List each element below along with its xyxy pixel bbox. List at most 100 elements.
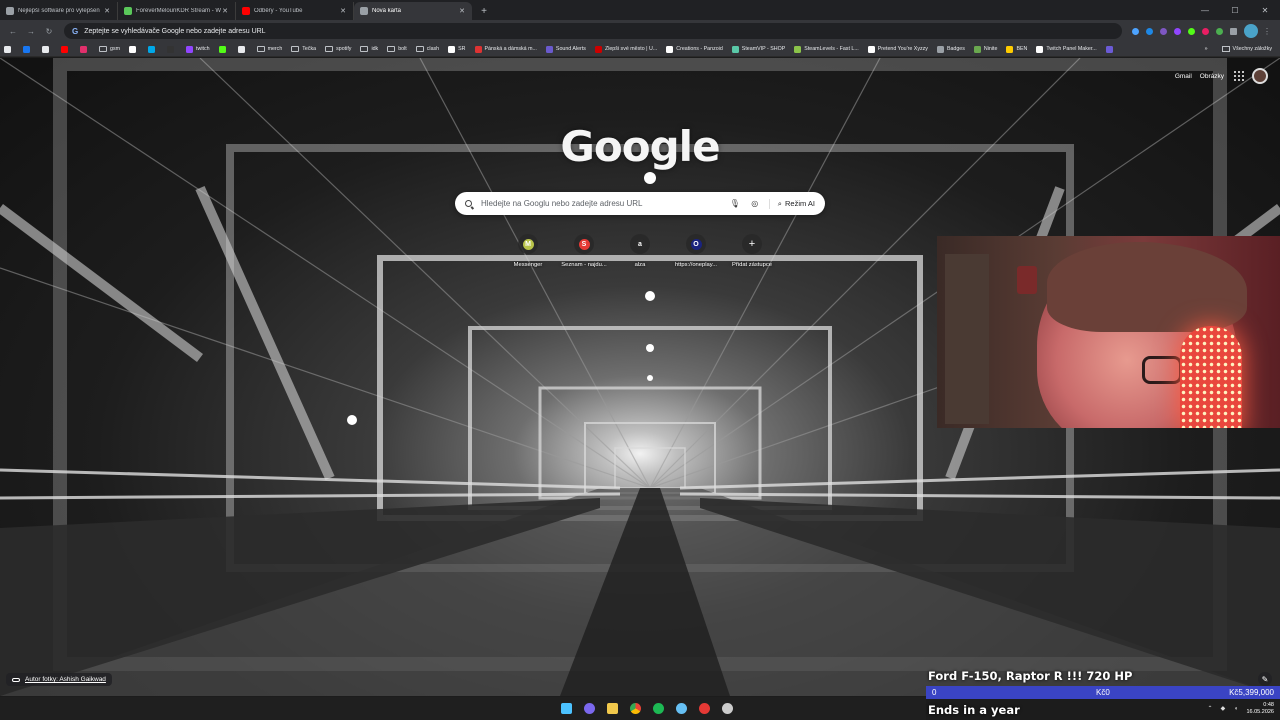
game-icon[interactable] bbox=[696, 699, 714, 717]
close-icon[interactable]: ✕ bbox=[339, 7, 347, 15]
extension-icon[interactable] bbox=[1142, 24, 1156, 38]
taskbar bbox=[0, 697, 926, 720]
network-icon[interactable]: ◆ bbox=[1218, 704, 1227, 713]
shortcut-seznam[interactable]: S Seznam - najdu... bbox=[556, 234, 612, 268]
spotify-icon[interactable] bbox=[650, 699, 668, 717]
tab-3[interactable]: Nová karta ✕ bbox=[354, 2, 472, 20]
add-shortcut-button[interactable]: + Přidat zástupce bbox=[724, 234, 780, 268]
reload-icon[interactable]: ↻ bbox=[40, 22, 58, 40]
ai-mode-label: Režim AI bbox=[784, 199, 815, 208]
back-icon[interactable]: ← bbox=[4, 22, 22, 40]
account-avatar[interactable] bbox=[1252, 68, 1268, 84]
address-placeholder: Zeptejte se vyhledávače Google nebo zade… bbox=[84, 27, 266, 35]
all-bookmarks-button[interactable]: » Všechny záložky bbox=[1205, 46, 1280, 52]
close-icon[interactable]: ✕ bbox=[458, 7, 466, 15]
bookmark-item[interactable]: Tečka bbox=[291, 46, 316, 52]
close-window-icon[interactable]: ✕ bbox=[1250, 6, 1280, 15]
bookmark-item[interactable]: bolt bbox=[387, 46, 407, 52]
bookmark-favicon-icon bbox=[973, 45, 981, 53]
extension-icon[interactable] bbox=[1156, 24, 1170, 38]
bookmark-item[interactable]: SteamLevels - Fast L... bbox=[794, 45, 859, 53]
chrome-icon[interactable] bbox=[627, 699, 645, 717]
sparkle-search-icon: ⌕ bbox=[777, 198, 782, 208]
bookmark-item[interactable] bbox=[148, 45, 158, 53]
bookmark-item[interactable] bbox=[80, 45, 90, 53]
bookmark-label: bolt bbox=[398, 46, 407, 52]
bookmark-item[interactable] bbox=[42, 45, 52, 53]
bookmark-item[interactable]: BEN bbox=[1006, 45, 1027, 53]
tab-1[interactable]: ForeverMelounKDR Stream - W ✕ bbox=[118, 2, 236, 20]
maximize-icon[interactable]: ☐ bbox=[1220, 6, 1250, 15]
bookmark-item[interactable]: gsm bbox=[99, 46, 120, 52]
bookmark-favicon-icon bbox=[594, 45, 602, 53]
overflow-chevron-icon[interactable]: » bbox=[1205, 46, 1208, 52]
bookmark-item[interactable] bbox=[129, 45, 139, 53]
bookmark-item[interactable]: idk bbox=[360, 46, 378, 52]
apps-grid-icon[interactable] bbox=[1234, 71, 1244, 81]
address-bar[interactable]: G Zeptejte se vyhledávače Google nebo za… bbox=[64, 23, 1122, 39]
bookmark-item[interactable] bbox=[61, 45, 71, 53]
bookmark-item[interactable] bbox=[4, 45, 14, 53]
search-box[interactable]: 🎙 ◎ ⌕Režim AI bbox=[455, 192, 825, 215]
bookmark-item[interactable]: clash bbox=[415, 46, 439, 52]
close-icon[interactable]: ✕ bbox=[221, 7, 229, 15]
lens-camera-icon[interactable]: ◎ bbox=[749, 198, 761, 210]
bookmark-item[interactable]: Pretend You're Xyzzy bbox=[867, 45, 928, 53]
minimize-icon[interactable]: — bbox=[1190, 6, 1220, 15]
extension-icon[interactable] bbox=[1212, 24, 1226, 38]
clock[interactable]: 0:48 16.05.2026 bbox=[1246, 702, 1274, 716]
forward-icon[interactable]: → bbox=[22, 22, 40, 40]
new-tab-button[interactable]: + bbox=[476, 3, 492, 19]
steam-icon[interactable] bbox=[673, 699, 691, 717]
tab-0[interactable]: Nejlepší software pro vylepšen ✕ bbox=[0, 2, 118, 20]
profile-avatar[interactable] bbox=[1244, 24, 1258, 38]
shortcut-messenger[interactable]: M Messenger bbox=[500, 234, 556, 268]
bookmark-label: Pretend You're Xyzzy bbox=[877, 46, 928, 52]
bookmark-item[interactable] bbox=[1105, 45, 1116, 53]
toolbar: ← → ↻ G Zeptejte se vyhledávače Google n… bbox=[0, 20, 1280, 42]
close-icon[interactable]: ✕ bbox=[103, 7, 111, 15]
bookmark-item[interactable]: Sound Alerts bbox=[545, 45, 586, 53]
extension-icon[interactable] bbox=[1170, 24, 1184, 38]
bookmark-item[interactable]: merch bbox=[256, 46, 283, 52]
shortcut-alza[interactable]: a alza bbox=[612, 234, 668, 268]
microphone-icon[interactable]: 🎙 bbox=[729, 198, 741, 210]
images-link[interactable]: Obrázky bbox=[1200, 73, 1224, 80]
chevron-up-icon[interactable]: ⌃ bbox=[1205, 704, 1214, 713]
bookmark-item[interactable]: SR bbox=[448, 45, 466, 53]
volume-icon[interactable]: ◖ bbox=[1231, 704, 1240, 713]
folder-icon bbox=[360, 46, 369, 52]
chat-icon[interactable] bbox=[581, 699, 599, 717]
start-icon[interactable] bbox=[558, 699, 576, 717]
file-explorer-icon[interactable] bbox=[604, 699, 622, 717]
extension-icon[interactable] bbox=[1184, 24, 1198, 38]
bookmark-item[interactable]: Creations - Panzoid bbox=[666, 45, 723, 53]
bookmark-item[interactable]: twitch bbox=[186, 45, 210, 53]
bookmark-item[interactable]: Pánská a dámská m... bbox=[474, 45, 537, 53]
gmail-link[interactable]: Gmail bbox=[1175, 73, 1192, 80]
tab-2[interactable]: Odběry - YouTube ✕ bbox=[236, 2, 354, 20]
shortcut-label: alza bbox=[634, 262, 646, 268]
bookmark-item[interactable]: spotify bbox=[325, 46, 351, 52]
search-input[interactable] bbox=[481, 199, 721, 208]
bookmark-item[interactable] bbox=[23, 45, 33, 53]
menu-icon[interactable]: ⋮ bbox=[1258, 22, 1276, 40]
bookmark-item[interactable] bbox=[167, 45, 177, 53]
bookmark-favicon-icon bbox=[666, 45, 674, 53]
ai-mode-button[interactable]: ⌕ Režim AI bbox=[768, 198, 815, 209]
bookmark-item[interactable] bbox=[237, 45, 248, 53]
extension-icon[interactable] bbox=[1128, 24, 1142, 38]
puzzle-icon[interactable] bbox=[1226, 24, 1240, 38]
ccleaner-icon[interactable] bbox=[719, 699, 737, 717]
bookmark-item[interactable] bbox=[218, 45, 229, 53]
photo-credit[interactable]: Autor fotky: Ashish Gaikwad bbox=[6, 673, 112, 686]
folder-icon bbox=[256, 46, 265, 52]
shortcut-oneplay[interactable]: O https://oneplay... bbox=[668, 234, 724, 268]
bookmark-item[interactable]: Badges bbox=[936, 45, 965, 53]
bookmark-item[interactable]: SteamVIP - SHOP bbox=[731, 45, 785, 53]
extension-icon[interactable] bbox=[1198, 24, 1212, 38]
bookmark-label: merch bbox=[267, 46, 283, 52]
bookmark-item[interactable]: Zlepši své město | U... bbox=[594, 45, 657, 53]
bookmark-item[interactable]: Twitch Panel Maker... bbox=[1036, 45, 1097, 53]
bookmark-item[interactable]: Ninite bbox=[973, 45, 997, 53]
